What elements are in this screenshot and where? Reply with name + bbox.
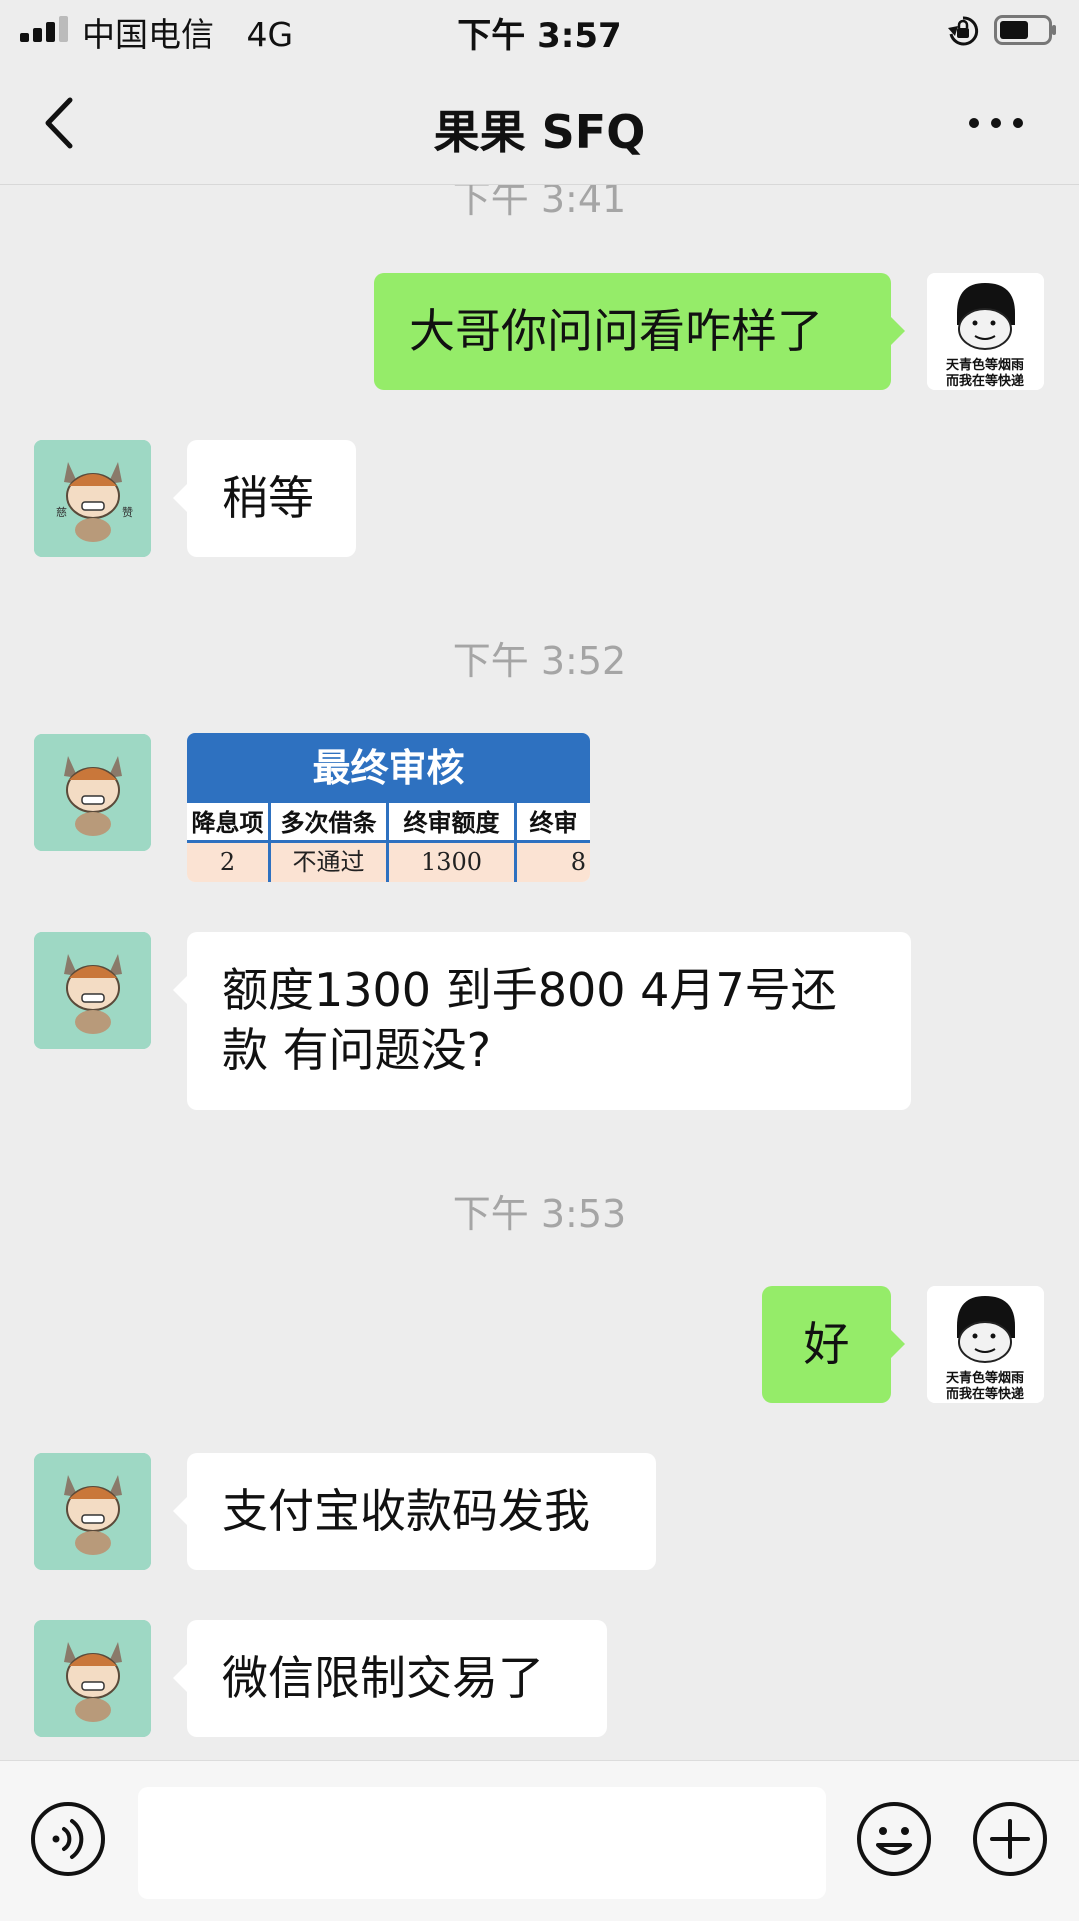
message-bubble-received[interactable]: 微信限制交易了: [187, 1620, 607, 1737]
contact-avatar[interactable]: [34, 734, 151, 851]
message-bubble-received[interactable]: 稍等: [187, 440, 356, 557]
contact-avatar[interactable]: 慈 赞: [34, 440, 151, 557]
bubble-tail: [173, 1664, 187, 1692]
message-timestamp: 下午 3:41: [452, 177, 627, 221]
cartoon-fox-icon: 慈 赞: [34, 440, 151, 557]
avatar-caption: 而我在等快递: [946, 373, 1024, 389]
avatar-caption: 天青色等烟雨: [946, 1370, 1024, 1386]
image-table-header-cell: 降息项: [187, 803, 271, 843]
avatar-caption: 天青色等烟雨: [946, 357, 1024, 373]
my-avatar[interactable]: 天青色等烟雨 而我在等快递: [927, 1286, 1044, 1403]
message-timestamp: 下午 3:52: [452, 639, 627, 683]
cartoon-fox-icon: [34, 1453, 151, 1570]
message-bubble-sent[interactable]: 大哥你问问看咋样了: [374, 273, 891, 390]
cartoon-fox-icon: [34, 734, 151, 851]
back-icon[interactable]: [40, 96, 84, 150]
cartoon-fox-icon: [34, 932, 151, 1049]
image-message[interactable]: 最终审核 降息项 多次借条 终审额度 终审 2 不通过 1300 8: [187, 733, 590, 882]
cartoon-fox-icon: [34, 1620, 151, 1737]
message-bubble-received[interactable]: 额度1300 到手800 4月7号还 款 有问题没?: [187, 932, 911, 1110]
status-time: 下午 3:57: [457, 16, 622, 56]
message-bubble-sent[interactable]: 好: [762, 1286, 891, 1403]
contact-avatar[interactable]: [34, 1453, 151, 1570]
image-table-cell: 8: [570, 848, 586, 876]
bubble-tail: [173, 1497, 187, 1525]
avatar-caption: 而我在等快递: [946, 1386, 1024, 1402]
message-line: 款 有问题没?: [222, 1023, 492, 1077]
image-table-data-row: 2 不通过 1300 8: [187, 843, 590, 882]
image-table-header-row: 降息项 多次借条 终审额度 终审: [187, 803, 590, 843]
contact-avatar[interactable]: [34, 932, 151, 1049]
image-table-cell: 1300: [389, 843, 517, 882]
more-options-icon[interactable]: [966, 106, 1026, 140]
avatar-caption: 赞: [122, 506, 133, 519]
message-line: 额度1300 到手800 4月7号还: [222, 963, 837, 1017]
meme-face-icon: 天青色等烟雨 而我在等快递: [927, 1286, 1044, 1403]
message-timestamp: 下午 3:53: [452, 1192, 627, 1236]
avatar-caption: 慈: [56, 505, 67, 519]
image-table-title: 最终审核: [187, 733, 590, 803]
message-bubble-received[interactable]: 支付宝收款码发我: [187, 1453, 656, 1570]
image-table-header-cell: 多次借条: [271, 803, 389, 843]
status-bar: 中国电信 4G 下午 3:57: [0, 0, 1079, 62]
battery-icon: [994, 15, 1056, 45]
my-avatar[interactable]: 天青色等烟雨 而我在等快递: [927, 273, 1044, 390]
chat-title-overlay: 果果 SFQ: [433, 105, 646, 159]
emoji-icon[interactable]: [856, 1801, 932, 1877]
image-table-header-cell: 终审: [517, 803, 590, 843]
contact-avatar[interactable]: [34, 1620, 151, 1737]
rotation-lock-icon: [948, 16, 979, 46]
image-table-cell: 不通过: [271, 843, 389, 882]
message-input[interactable]: [138, 1787, 826, 1899]
meme-face-icon: 天青色等烟雨 而我在等快递: [927, 273, 1044, 390]
bubble-tail: [891, 1330, 905, 1358]
bubble-tail: [173, 976, 187, 1004]
bubble-tail: [173, 484, 187, 512]
voice-icon[interactable]: [30, 1801, 106, 1877]
plus-icon[interactable]: [972, 1801, 1048, 1877]
bubble-tail: [891, 317, 905, 345]
image-table-header-cell: 终审额度: [389, 803, 517, 843]
chat-input-bar: [0, 1760, 1079, 1921]
image-table-cell: 2: [187, 843, 271, 882]
